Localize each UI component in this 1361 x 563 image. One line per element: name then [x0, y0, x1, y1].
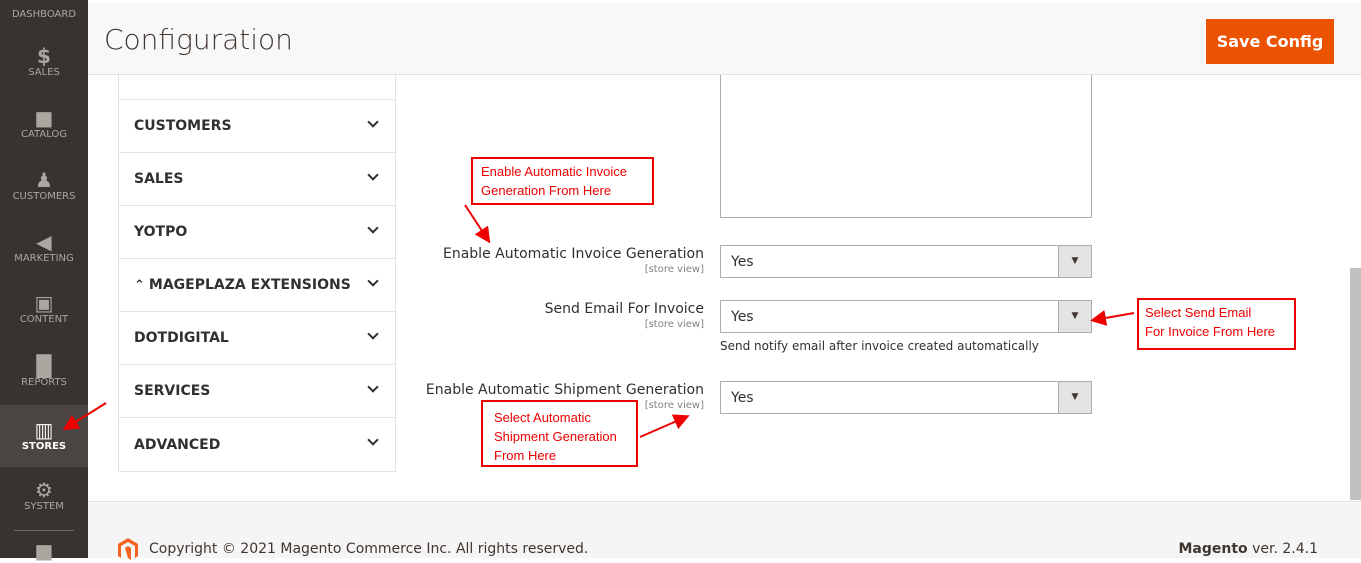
scope-label: [store view]: [644, 319, 704, 330]
sidebar-label: MARKETING: [14, 253, 74, 264]
sidebar-label: CATALOG: [20, 129, 68, 140]
scrollbar-thumb[interactable]: [1350, 268, 1361, 500]
annotation-email: Select Send Email For Invoice From Here: [1137, 298, 1296, 350]
sidebar-item-stores[interactable]: ▥ STORES: [0, 405, 88, 467]
sidebar-item-marketing[interactable]: ◀ MARKETING: [0, 231, 88, 264]
page-header: Configuration Save Config: [88, 3, 1361, 75]
annotation-line: From Here: [494, 448, 557, 463]
sidebar-label: DASHBOARD: [11, 9, 77, 20]
sidebar-item-reports[interactable]: ▐▌ REPORTS: [0, 355, 88, 388]
mageplaza-logo-icon: ⌃: [134, 277, 145, 293]
box-icon: ■: [34, 106, 54, 130]
gear-icon: ⚙: [35, 478, 53, 502]
select-value: Yes: [731, 309, 754, 325]
nav-item-advanced[interactable]: ADVANCED: [119, 418, 395, 471]
chevron-down-icon: [367, 381, 379, 393]
dollar-icon: $: [37, 44, 51, 68]
sidebar-divider: [14, 530, 74, 531]
scope-label: [store view]: [644, 264, 704, 275]
sidebar-item-customers[interactable]: ♟ CUSTOMERS: [0, 169, 88, 202]
invoice-field-label: Enable Automatic Invoice Generation: [443, 246, 704, 262]
copyright-text: Copyright © 2021 Magento Commerce Inc. A…: [149, 541, 589, 557]
version-number: ver. 2.4.1: [1247, 541, 1318, 557]
scope-label: [store view]: [644, 400, 704, 411]
sidebar-item-sales[interactable]: $ SALES: [0, 45, 88, 78]
annotation-line: Shipment Generation: [494, 429, 617, 444]
sidebar-item-catalog[interactable]: ■ CATALOG: [0, 107, 88, 140]
dropdown-arrow-icon: ▼: [1058, 301, 1091, 332]
nav-label: DOTDIGITAL: [134, 330, 229, 346]
send-email-select[interactable]: Yes ▼: [720, 300, 1092, 333]
sidebar-label: REPORTS: [21, 377, 67, 388]
dropdown-arrow-icon: ▼: [1058, 246, 1091, 277]
nav-item-sales[interactable]: SALES: [119, 153, 395, 206]
chevron-down-icon: [367, 116, 379, 128]
sidebar-item-content[interactable]: ▣ CONTENT: [0, 292, 88, 325]
shipment-field-label: Enable Automatic Shipment Generation: [425, 382, 704, 398]
page-title: Configuration: [104, 23, 293, 56]
arrow-shipment: [639, 414, 690, 438]
sidebar-label: STORES: [21, 441, 67, 452]
arrow-invoice: [464, 204, 491, 244]
person-icon: ♟: [35, 168, 53, 192]
nav-label: CUSTOMERS: [134, 118, 232, 134]
admin-sidebar: DASHBOARD $ SALES ■ CATALOG ♟ CUSTOMERS ◀ MA…: [0, 0, 88, 562]
nav-label: YOTPO: [134, 224, 188, 240]
dropdown-arrow-icon: ▼: [1058, 382, 1091, 413]
nav-item-dotdigital[interactable]: DOTDIGITAL: [119, 312, 395, 365]
magento-logo-icon: [118, 538, 138, 560]
chevron-down-icon: [367, 275, 379, 287]
nav-item-customers[interactable]: CUSTOMERS: [119, 100, 395, 153]
megaphone-icon: ◀: [36, 230, 52, 254]
nav-label: MAGEPLAZA EXTENSIONS: [148, 277, 351, 293]
select-value: Yes: [731, 254, 754, 270]
bar-chart-icon: ▐▌: [28, 354, 60, 378]
annotation-line: Select Send Email: [1145, 305, 1252, 320]
sidebar-item-extensions[interactable]: ■: [0, 540, 88, 562]
shipment-generation-select[interactable]: Yes ▼: [720, 381, 1092, 414]
footer: Copyright © 2021 Magento Commerce Inc. A…: [88, 501, 1361, 560]
nav-label: SALES: [134, 171, 184, 187]
sidebar-label: CUSTOMERS: [12, 191, 76, 202]
blocks-icon: ■: [34, 539, 54, 563]
select-value: Yes: [731, 390, 754, 406]
chevron-down-icon: [367, 222, 379, 234]
config-nav: CUSTOMERS SALES YOTPO ⌃ MAGEPLAZA EXTENSI…: [118, 75, 396, 472]
annotation-line: Generation From Here: [481, 183, 612, 198]
brand-name: Magento: [1178, 541, 1248, 557]
sidebar-label: SYSTEM: [24, 501, 64, 512]
arrow-email: [1090, 310, 1135, 326]
email-field-label: Send Email For Invoice: [544, 301, 704, 317]
save-config-button[interactable]: Save Config: [1206, 19, 1334, 64]
store-icon: ▥: [34, 418, 54, 442]
sidebar-label: CONTENT: [19, 314, 69, 325]
version-text: Magento ver. 2.4.1: [1178, 541, 1318, 557]
nav-item-yotpo[interactable]: YOTPO: [119, 206, 395, 259]
nav-item-collapsed[interactable]: [119, 75, 395, 100]
nav-item-services[interactable]: SERVICES: [119, 365, 395, 418]
textarea-field[interactable]: [720, 75, 1092, 218]
annotation-invoice: Enable Automatic Invoice Generation From …: [471, 157, 654, 205]
layout-icon: ▣: [34, 291, 54, 315]
sidebar-label: SALES: [28, 67, 60, 78]
chevron-down-icon: [367, 328, 379, 340]
nav-label: SERVICES: [134, 383, 211, 399]
chevron-down-icon: [367, 434, 379, 446]
annotation-shipment: Select Automatic Shipment Generation From …: [481, 400, 638, 467]
annotation-line: Select Automatic: [494, 410, 591, 425]
invoice-generation-select[interactable]: Yes ▼: [720, 245, 1092, 278]
sidebar-item-system[interactable]: ⚙ SYSTEM: [0, 479, 88, 512]
nav-label: ADVANCED: [134, 436, 221, 453]
chevron-down-icon: [367, 169, 379, 181]
nav-item-mageplaza[interactable]: ⌃ MAGEPLAZA EXTENSIONS: [119, 259, 395, 312]
sidebar-item-dashboard[interactable]: DASHBOARD: [0, 0, 88, 30]
annotation-line: Enable Automatic Invoice: [481, 164, 627, 179]
annotation-line: For Invoice From Here: [1145, 324, 1276, 339]
field-note: Send notify email after invoice created …: [720, 339, 1039, 353]
